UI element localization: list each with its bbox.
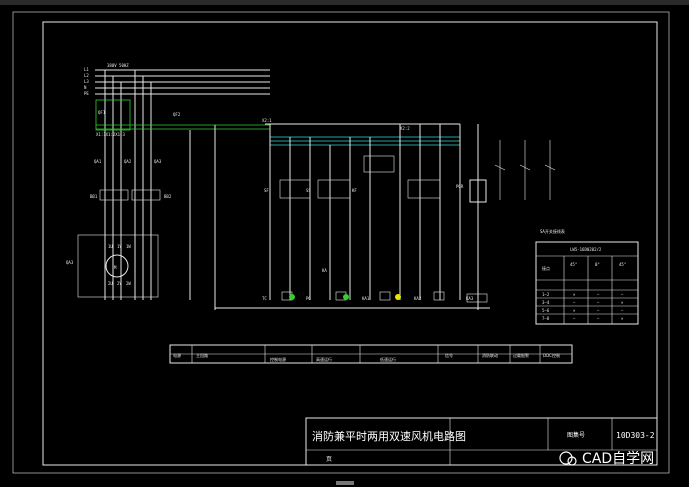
bus-line-l1: L1 bbox=[84, 67, 89, 72]
tag-ka2: KA2 bbox=[414, 296, 422, 301]
power-bus: 380V 50HZ L1 L2 L3 N PE bbox=[84, 63, 270, 96]
switch-row-0-mark-1: — bbox=[597, 292, 600, 297]
drawing-no: 10D303-2 bbox=[616, 431, 655, 440]
label-terminals: X1:1X1:2X1:3 bbox=[96, 132, 125, 137]
page-label: 页 bbox=[326, 456, 332, 463]
label-bb2: BB2 bbox=[164, 194, 172, 199]
switch-table-title: SA开关接线表 bbox=[540, 228, 565, 234]
switch-row-2-mark-0: × bbox=[573, 308, 576, 313]
switch-row-1-mark-2: × bbox=[621, 300, 624, 305]
drawing-no-label: 图集号 bbox=[567, 431, 585, 439]
switch-row-0-mark-2: — bbox=[621, 292, 624, 297]
drawing-title: 消防兼平时两用双速风机电路图 bbox=[312, 429, 466, 443]
control-circuit: X2:1 SF SS KA KF TC PG KA1 KA2 X2:2 PGR … bbox=[215, 118, 490, 310]
lamp-yellow bbox=[395, 294, 401, 300]
switch-row-1-mark-0: — bbox=[573, 300, 576, 305]
tag-ss: SS bbox=[306, 188, 311, 193]
switch-row-1-mark-1: — bbox=[597, 300, 600, 305]
coil-3 bbox=[379, 291, 391, 301]
function-row: 电源 主回路 控制电源 高速运行 低速运行 信号 消防联动 过载报警 DDC控制 bbox=[169, 344, 573, 364]
bb1-relay bbox=[99, 189, 129, 201]
fn-cell-8: DDC控制 bbox=[543, 352, 560, 358]
fn-cell-2: 控制电源 bbox=[270, 356, 286, 362]
label-qf1: QF1 bbox=[98, 110, 106, 115]
tag-tc: PGR bbox=[456, 184, 464, 189]
tag-ka: KA bbox=[322, 268, 327, 273]
switch-pos-0: 45° bbox=[570, 262, 577, 267]
switch-row-2-mark-2: — bbox=[621, 308, 624, 313]
coil-4 bbox=[433, 291, 445, 301]
tag-pgr: PG bbox=[306, 296, 311, 301]
tag-kf: KF bbox=[352, 188, 357, 193]
label-qa3: QA3 bbox=[154, 159, 162, 164]
switch-row-1-contact: 3—4 bbox=[542, 300, 550, 305]
switch-row-0-contact: 1—2 bbox=[542, 292, 550, 297]
motor-term-1v: 1V bbox=[117, 244, 122, 249]
fn-cell-7: 过载报警 bbox=[513, 352, 529, 358]
fn-cell-6: 消防联动 bbox=[482, 352, 498, 358]
cad-drawing-canvas[interactable]: 380V 50HZ L1 L2 L3 N PE QF1 X1:1X1:2X1:3 bbox=[0, 0, 689, 487]
fn-cell-0: 电源 bbox=[173, 352, 181, 358]
motor-term-1w: 1W bbox=[126, 244, 131, 249]
label-qa3-motor: QA3 bbox=[66, 260, 74, 265]
watermark: CAD自学网 bbox=[559, 451, 654, 467]
bus-spec-label: 380V 50HZ bbox=[107, 63, 129, 68]
switch-pos-2: 45° bbox=[619, 262, 626, 267]
switch-model: LW5-16D0202/2 bbox=[570, 247, 602, 252]
switch-pos-1: 0° bbox=[595, 262, 600, 267]
fn-cell-5: 信号 bbox=[445, 352, 453, 358]
main-circuit: QF1 X1:1X1:2X1:3 QA1 QA2 QA3 BB1 BB2 M 1… bbox=[66, 70, 270, 310]
label-qa1: QA1 bbox=[94, 159, 102, 164]
motor-term-2v: 2V bbox=[117, 281, 122, 286]
label-motor: M bbox=[114, 265, 117, 270]
fn-cell-4: 低速运行 bbox=[380, 356, 396, 362]
tag-ka3: KA3 bbox=[466, 296, 474, 301]
lamp-green-1 bbox=[289, 294, 295, 300]
tag-pg: TC bbox=[262, 296, 267, 301]
bus-line-l3: L3 bbox=[84, 79, 89, 84]
label-qf2: QF2 bbox=[173, 112, 181, 117]
tag-sf: SF bbox=[264, 188, 269, 193]
lamp-green-2 bbox=[343, 294, 349, 300]
motor-term-2u: 2U bbox=[108, 281, 113, 286]
bus-line-pe: PE bbox=[84, 91, 89, 96]
motor-term-2w: 2W bbox=[126, 281, 131, 286]
tag-x22: X2:2 bbox=[400, 126, 410, 131]
bus-line-n: N bbox=[84, 85, 87, 90]
bus-line-l2: L2 bbox=[84, 73, 89, 78]
output-contacts bbox=[494, 140, 556, 200]
switch-table: SA开关接线表 LW5-16D0202/2 接点 45° 0° 45° 1—2 … bbox=[535, 228, 639, 325]
watermark-text: CAD自学网 bbox=[582, 451, 654, 467]
switch-row-3-mark-1: — bbox=[597, 316, 600, 321]
tag-ka1: KA1 bbox=[362, 296, 370, 301]
fn-cell-1: 主回路 bbox=[196, 352, 208, 358]
ctrl-group-2 bbox=[317, 179, 351, 199]
bb2-relay bbox=[131, 189, 161, 201]
scrollbar-thumb[interactable] bbox=[336, 481, 354, 485]
switch-row-2-contact: 5—6 bbox=[542, 308, 550, 313]
switch-row-3-contact: 7—8 bbox=[542, 316, 550, 321]
switch-row-0-mark-0: × bbox=[573, 292, 576, 297]
label-bb1: BB1 bbox=[90, 194, 98, 199]
schematic-svg: 380V 50HZ L1 L2 L3 N PE QF1 X1:1X1:2X1:3 bbox=[12, 11, 670, 485]
switch-row-2-mark-1: — bbox=[597, 308, 600, 313]
fn-cell-3: 高速运行 bbox=[316, 356, 332, 362]
motor-symbol bbox=[105, 254, 129, 278]
switch-row-3-mark-2: × bbox=[621, 316, 624, 321]
switch-row-3-mark-0: — bbox=[573, 316, 576, 321]
label-qa2: QA2 bbox=[124, 159, 132, 164]
tag-x21: X2:1 bbox=[262, 118, 272, 123]
ctrl-group-4 bbox=[407, 179, 441, 199]
ctrl-group-3 bbox=[363, 155, 395, 173]
motor-term-1u: 1U bbox=[108, 244, 113, 249]
switch-col-header: 接点 bbox=[542, 265, 550, 271]
